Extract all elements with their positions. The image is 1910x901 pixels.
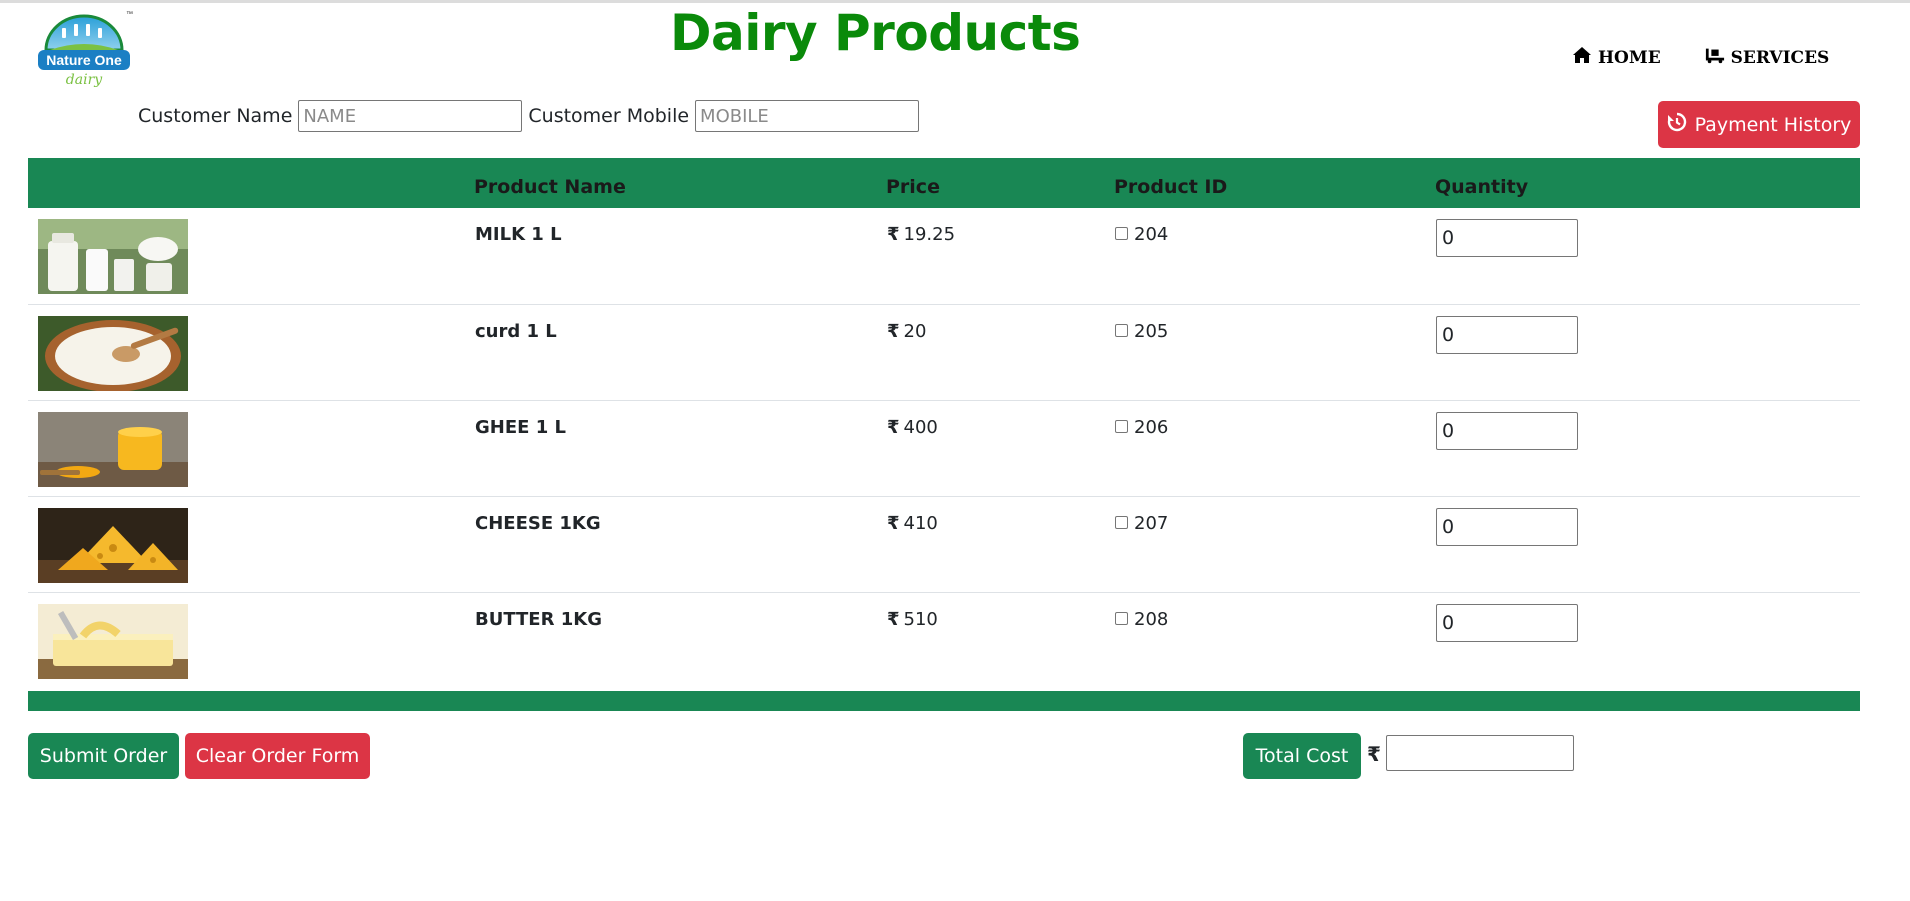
rupee-icon: ₹ — [1367, 742, 1381, 766]
price-value: 510 — [903, 608, 938, 630]
customer-details-row: Customer Name Customer Mobile — [138, 100, 920, 132]
nav-home-label: HOME — [1598, 47, 1661, 68]
customer-mobile-input[interactable] — [695, 100, 920, 132]
cheese-image — [38, 507, 188, 583]
customer-name-label: Customer Name — [138, 105, 293, 127]
nav-home[interactable]: HOME — [1572, 46, 1661, 69]
product-id: 208 — [1114, 592, 1435, 688]
ghee-image — [38, 411, 188, 487]
quantity-input[interactable] — [1436, 603, 1578, 642]
total-cost-input[interactable] — [1386, 735, 1574, 771]
product-id-value: 208 — [1134, 608, 1169, 630]
rupee-icon: ₹ — [887, 320, 900, 342]
rupee-icon: ₹ — [887, 416, 900, 438]
product-id: 204 — [1114, 208, 1435, 304]
product-select-checkbox[interactable] — [1115, 515, 1128, 529]
quantity-input[interactable] — [1436, 315, 1578, 354]
product-name: CHEESE 1KG — [475, 512, 601, 534]
milk-image — [38, 219, 188, 294]
table-row: GHEE 1 L ₹400 206 — [28, 400, 1860, 496]
nav-services[interactable]: SERVICES — [1705, 46, 1830, 69]
top-border — [0, 0, 1910, 3]
price-value: 410 — [903, 512, 938, 534]
home-icon — [1572, 46, 1592, 69]
total-cost-label: Total Cost — [1243, 733, 1361, 779]
column-header-image — [28, 158, 474, 208]
quantity-input[interactable] — [1436, 219, 1578, 257]
table-footer-bar — [28, 691, 1860, 711]
product-select-checkbox[interactable] — [1115, 419, 1128, 433]
rupee-icon: ₹ — [887, 608, 900, 630]
column-header-quantity: Quantity — [1435, 176, 1529, 198]
product-name: curd 1 L — [475, 320, 557, 342]
quantity-input[interactable] — [1436, 411, 1578, 450]
product-select-checkbox[interactable] — [1115, 227, 1128, 240]
nature-one-logo[interactable]: Nature One dairy — [34, 12, 134, 94]
top-nav: HOME SERVICES — [1572, 46, 1829, 69]
product-id: 206 — [1114, 400, 1435, 496]
price-value: 400 — [903, 416, 938, 438]
product-id-value: 205 — [1134, 320, 1169, 342]
product-price: ₹400 — [886, 400, 1114, 496]
submit-order-button[interactable]: Submit Order — [28, 733, 179, 779]
column-header-product-name: Product Name — [474, 176, 626, 198]
product-price: ₹410 — [886, 496, 1114, 592]
rupee-icon: ₹ — [887, 224, 900, 245]
price-value: 20 — [903, 320, 927, 342]
customer-name-input[interactable] — [298, 100, 523, 132]
page-title: Dairy Products — [670, 4, 1081, 62]
price-value: 19.25 — [903, 224, 956, 245]
logo-subtext: dairy — [66, 72, 103, 88]
product-select-checkbox[interactable] — [1115, 611, 1128, 625]
history-icon — [1667, 112, 1687, 137]
product-id-value: 207 — [1134, 512, 1169, 534]
products-table-wrapper: Product Name Price Product ID Quantity M… — [28, 158, 1860, 688]
payment-history-button[interactable]: Payment History — [1658, 101, 1860, 148]
page: Nature One dairy ™ Dairy Products HOME S… — [0, 0, 1910, 901]
product-name: GHEE 1 L — [475, 416, 566, 438]
product-select-checkbox[interactable] — [1115, 323, 1128, 337]
clear-order-form-button[interactable]: Clear Order Form — [185, 733, 370, 779]
product-price: ₹20 — [886, 304, 1114, 400]
table-row: curd 1 L ₹20 205 — [28, 304, 1860, 400]
payment-history-label: Payment History — [1694, 113, 1852, 136]
truck-loading-icon — [1705, 46, 1725, 69]
product-price: ₹510 — [886, 592, 1114, 688]
product-id: 207 — [1114, 496, 1435, 592]
customer-mobile-label: Customer Mobile — [528, 105, 690, 127]
table-header-row: Product Name Price Product ID Quantity — [28, 158, 1860, 208]
table-row: MILK 1 L ₹19.25 204 — [28, 208, 1860, 304]
table-row: BUTTER 1KG ₹510 208 — [28, 592, 1860, 688]
product-name: BUTTER 1KG — [475, 608, 602, 630]
butter-image — [38, 603, 188, 679]
product-id: 205 — [1114, 304, 1435, 400]
nav-services-label: SERVICES — [1730, 47, 1830, 68]
product-id-value: 206 — [1134, 416, 1169, 438]
logo-text: Nature One — [46, 52, 122, 68]
curd-image — [38, 315, 188, 391]
quantity-input[interactable] — [1436, 507, 1578, 546]
rupee-icon: ₹ — [887, 512, 900, 534]
column-header-product-id: Product ID — [1114, 176, 1228, 198]
column-header-price: Price — [886, 176, 940, 198]
product-id-value: 204 — [1134, 224, 1169, 245]
table-row: CHEESE 1KG ₹410 207 — [28, 496, 1860, 592]
logo-trademark: ™ — [126, 11, 133, 18]
product-price: ₹19.25 — [886, 208, 1114, 304]
products-table: Product Name Price Product ID Quantity M… — [28, 158, 1860, 688]
product-name: MILK 1 L — [475, 224, 562, 245]
